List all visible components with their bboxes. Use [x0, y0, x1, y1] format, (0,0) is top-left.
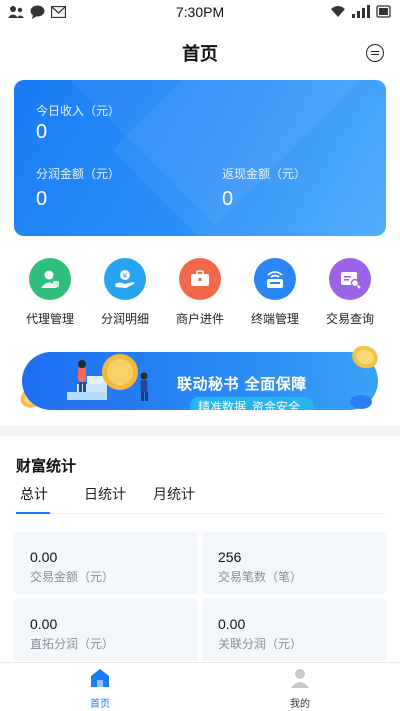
nav-transaction-query[interactable]: 交易查询: [313, 258, 387, 327]
nav-label: 商户进件: [175, 312, 224, 326]
wifi-icon: [331, 6, 345, 17]
stat-card-transaction-count[interactable]: 256 交易笔数（笔）: [202, 532, 386, 594]
stat-value: 256: [218, 549, 242, 565]
nav-terminal-management[interactable]: 终端管理: [238, 258, 312, 327]
active-tab-indicator: [16, 512, 50, 514]
stat-card-direct-profit[interactable]: 0.00 直拓分润（元）: [14, 599, 198, 661]
bottom-tabbar: 首页 我的: [0, 662, 400, 711]
coin-decoration-icon: [352, 345, 378, 369]
transaction-search-icon: [329, 258, 371, 300]
people-stairs-illustration-icon: [67, 354, 148, 401]
tab-total[interactable]: 总计: [20, 484, 48, 504]
share-amount-value: 0: [36, 188, 48, 210]
stat-card-transaction-amount[interactable]: 0.00 交易金额（元）: [14, 532, 198, 594]
today-income-value: 0: [36, 121, 48, 143]
nav-label: 分润明细: [100, 312, 149, 326]
nav-label: 终端管理: [250, 312, 299, 326]
tab-monthly[interactable]: 月统计: [153, 484, 195, 504]
stat-label: 交易金额（元）: [30, 570, 115, 584]
banner-tags: 精准数据 资金安全: [190, 397, 315, 410]
tabbar-mine[interactable]: 我的: [260, 667, 340, 710]
promo-banner[interactable]: 联动秘书 全面保障 精准数据 资金安全: [14, 340, 386, 420]
tabbar-label: 首页: [90, 699, 110, 710]
nav-merchant-onboarding[interactable]: 商户进件: [163, 258, 237, 327]
today-income-label: 今日收入（元）: [36, 104, 121, 118]
stat-card-related-profit[interactable]: 0.00 关联分润（元）: [202, 599, 386, 661]
stat-label: 直拓分润（元）: [30, 637, 115, 651]
banner-pill: 联动秘书 全面保障 精准数据 资金安全: [22, 352, 378, 410]
stats-title: 财富统计: [16, 457, 77, 475]
nav-label: 交易查询: [325, 312, 374, 326]
page-title: 首页: [182, 44, 218, 65]
tabbar-home[interactable]: 首页: [60, 667, 140, 710]
coin-decoration-icon: [350, 395, 372, 409]
stat-label: 关联分润（元）: [218, 637, 303, 651]
stat-value: 0.00: [30, 549, 58, 565]
user-icon: [291, 669, 309, 688]
stat-value: 0.00: [218, 616, 246, 632]
banner-tag: 精准数据: [198, 400, 247, 410]
cashback-amount-label: 返现金额（元）: [222, 167, 307, 181]
banner-title: 联动秘书 全面保障: [177, 375, 307, 393]
status-bar: 7:30PM: [0, 0, 400, 26]
tabbar-label: 我的: [290, 699, 310, 710]
terminal-icon: [254, 258, 296, 300]
section-divider: [0, 426, 400, 436]
nav-label: 代理管理: [25, 312, 74, 326]
income-card: 今日收入（元） 0 分润金额（元） 0 返现金额（元） 0: [14, 80, 386, 236]
cashback-amount-value: 0: [222, 188, 234, 210]
tab-daily[interactable]: 日统计: [84, 484, 126, 504]
home-icon: [91, 669, 109, 687]
stat-label: 交易笔数（笔）: [218, 570, 303, 584]
banner-tag: 资金安全: [252, 400, 301, 410]
stat-value: 0.00: [30, 616, 58, 632]
page-header: 首页: [0, 26, 400, 78]
quick-nav: 代理管理 ¥ 分润明细 商户进件 终端管理 交易查询: [0, 258, 400, 334]
signal-icon: [352, 5, 370, 18]
money-hand-icon: ¥: [104, 258, 146, 300]
battery-icon: [376, 5, 391, 18]
agent-icon: [29, 258, 71, 300]
briefcase-icon: [179, 258, 221, 300]
svg-text:¥: ¥: [123, 272, 128, 280]
nav-agent-management[interactable]: 代理管理: [13, 258, 87, 327]
nav-profit-detail[interactable]: ¥ 分润明细: [88, 258, 162, 327]
message-menu-icon[interactable]: [366, 44, 384, 62]
share-amount-label: 分润金额（元）: [36, 167, 121, 181]
stats-tabs: 总计 日统计 月统计: [16, 484, 386, 514]
system-icons: [330, 5, 392, 18]
